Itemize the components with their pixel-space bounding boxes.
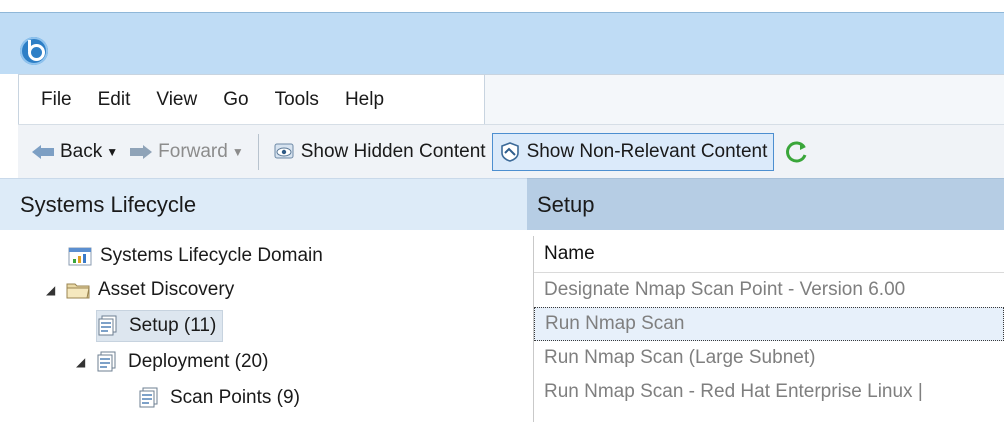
tree-item-domain[interactable]: Systems Lifecycle Domain <box>68 240 323 272</box>
folder-icon <box>66 283 90 299</box>
tree-item-scan-points[interactable]: Scan Points (9) <box>138 382 300 414</box>
list-item[interactable]: Designate Nmap Scan Point - Version 6.00 <box>534 273 1004 307</box>
tree-item-deployment[interactable]: ◢ Deployment (20) <box>76 346 268 378</box>
document-stack-icon <box>98 315 117 336</box>
list-item-label: Run Nmap Scan (Large Subnet) <box>544 347 816 368</box>
menu-file[interactable]: File <box>41 89 72 111</box>
show-non-relevant-content-label: Show Non-Relevant Content <box>526 140 768 162</box>
show-hidden-content-button[interactable]: Show Hidden Content <box>267 133 492 171</box>
column-header-name[interactable]: Name <box>534 236 1004 273</box>
forward-dropdown-icon[interactable]: ▼ <box>232 145 244 159</box>
toolbar: Back ▼ Forward ▼ Show Hidden Content Sho… <box>18 124 1004 178</box>
tree-item-asset-discovery[interactable]: ◢ Asset Discovery <box>46 274 234 306</box>
document-stack-icon <box>97 351 116 372</box>
toolbar-separator <box>257 133 259 170</box>
tree-item-setup[interactable]: Setup (11) <box>96 310 224 342</box>
navigation-tree: Systems Lifecycle Domain ◢ Asset Discove… <box>0 232 527 422</box>
forward-label: Forward <box>158 140 228 162</box>
back-dropdown-icon[interactable]: ▼ <box>106 145 118 159</box>
arrow-right-icon <box>130 144 153 159</box>
chart-icon <box>68 247 92 266</box>
tree-item-setup-label: Setup (11) <box>129 315 217 336</box>
right-pane-title: Setup <box>537 191 595 217</box>
tree-item-asset-discovery-label: Asset Discovery <box>98 279 235 300</box>
list-item[interactable]: Run Nmap Scan - Red Hat Enterprise Linux… <box>534 375 1004 409</box>
tree-item-deployment-label: Deployment (20) <box>128 351 269 372</box>
menu-view[interactable]: View <box>156 89 197 111</box>
right-pane-header: Setup <box>527 178 1004 230</box>
content-list: Name Designate Nmap Scan Point - Version… <box>533 236 1004 422</box>
list-item[interactable]: Run Nmap Scan <box>534 307 1004 341</box>
list-item-label: Run Nmap Scan <box>545 313 685 334</box>
shield-icon <box>500 141 519 162</box>
tree-item-domain-label: Systems Lifecycle Domain <box>100 245 323 266</box>
top-strip <box>0 0 1004 12</box>
column-header-name-label: Name <box>544 243 595 264</box>
forward-button[interactable]: Forward ▼ <box>124 133 250 171</box>
app-logo-icon[interactable] <box>20 37 48 65</box>
document-stack-icon <box>139 387 158 408</box>
list-item-label: Designate Nmap Scan Point - Version 6.00 <box>544 279 906 300</box>
list-item[interactable]: Run Nmap Scan (Large Subnet) <box>534 341 1004 375</box>
refresh-icon[interactable] <box>784 139 810 165</box>
menu-tools[interactable]: Tools <box>275 89 319 111</box>
tree-item-scan-points-label: Scan Points (9) <box>170 387 300 408</box>
list-item-label: Run Nmap Scan - Red Hat Enterprise Linux… <box>544 381 923 402</box>
eye-icon <box>274 143 294 158</box>
menu-edit[interactable]: Edit <box>98 89 131 111</box>
title-bar <box>0 12 1004 74</box>
menu-go[interactable]: Go <box>223 89 248 111</box>
arrow-left-icon <box>32 144 54 159</box>
menu-help[interactable]: Help <box>345 89 384 111</box>
left-pane-title: Systems Lifecycle <box>20 191 197 217</box>
back-button[interactable]: Back ▼ <box>26 133 124 171</box>
back-label: Back <box>60 140 103 162</box>
show-hidden-content-label: Show Hidden Content <box>300 140 486 162</box>
expander-icon[interactable]: ◢ <box>46 283 58 297</box>
show-non-relevant-content-button[interactable]: Show Non-Relevant Content <box>491 132 775 171</box>
left-pane-header: Systems Lifecycle <box>0 178 527 230</box>
expander-icon[interactable]: ◢ <box>76 355 88 369</box>
menu-bar-filler <box>485 74 1004 124</box>
menu-bar: File Edit View Go Tools Help <box>18 74 485 124</box>
